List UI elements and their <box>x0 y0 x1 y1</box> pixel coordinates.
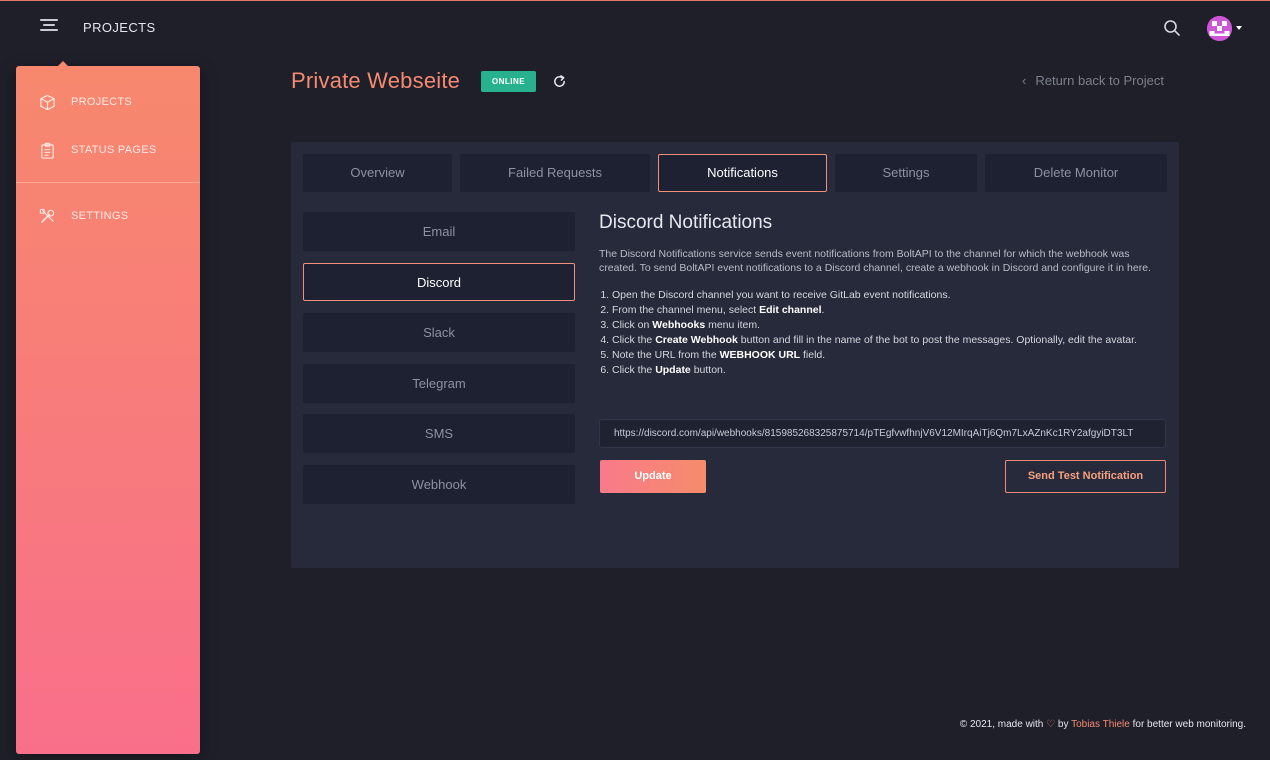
footer: © 2021, made with ♡ by Tobias Thiele for… <box>960 719 1246 730</box>
footer-author-link[interactable]: Tobias Thiele <box>1071 719 1130 730</box>
sidebar-item-settings[interactable]: SETTINGS <box>16 202 200 230</box>
return-link-label: Return back to Project <box>1035 73 1164 88</box>
page-title: Private Webseite <box>291 68 461 93</box>
avatar-dropdown-caret-icon[interactable] <box>1236 26 1242 30</box>
top-bar-title: PROJECTS <box>83 20 156 35</box>
step-item: Click the Create Webhook button and fill… <box>612 333 1167 348</box>
search-icon[interactable] <box>1163 19 1181 37</box>
sidebar-pointer <box>58 61 68 66</box>
sidebar: PROJECTS STATUS PAGES SETTINGS <box>16 61 200 754</box>
footer-prefix: © 2021, made with <box>959 719 1044 730</box>
top-bar: PROJECTS <box>0 1 1270 53</box>
sidebar-item-label: STATUS PAGES <box>71 144 157 156</box>
tab-failed-requests[interactable]: Failed Requests <box>460 154 650 192</box>
service-discord[interactable]: Discord <box>303 263 575 301</box>
sidebar-item-projects[interactable]: PROJECTS <box>16 88 200 116</box>
service-telegram[interactable]: Telegram <box>303 364 575 403</box>
service-slack[interactable]: Slack <box>303 313 575 352</box>
tools-icon <box>39 208 55 223</box>
return-to-project-link[interactable]: ‹ Return back to Project <box>1022 73 1164 88</box>
footer-by: by <box>1057 719 1069 730</box>
sidebar-item-status-pages[interactable]: STATUS PAGES <box>16 136 200 164</box>
send-test-notification-button[interactable]: Send Test Notification <box>1005 460 1166 493</box>
step-item: Click the Update button. <box>612 363 1167 378</box>
clipboard-icon <box>41 142 54 159</box>
heart-icon: ♡ <box>1046 719 1056 730</box>
webhook-url-input[interactable] <box>599 419 1166 448</box>
step-item: Click on Webhooks menu item. <box>612 318 1167 333</box>
notification-content: Discord Notifications The Discord Notifi… <box>599 212 1167 378</box>
footer-suffix: for better web monitoring. <box>1132 719 1246 730</box>
service-sms[interactable]: SMS <box>303 414 575 453</box>
step-item: Open the Discord channel you want to rec… <box>612 288 1167 303</box>
sidebar-item-label: SETTINGS <box>71 210 129 222</box>
service-email[interactable]: Email <box>303 212 575 251</box>
user-avatar-icon[interactable] <box>1207 16 1232 41</box>
tab-settings[interactable]: Settings <box>835 154 977 192</box>
sidebar-item-label: PROJECTS <box>71 96 133 108</box>
step-item: Note the URL from the WEBHOOK URL field. <box>612 348 1167 363</box>
step-item: From the channel menu, select Edit chann… <box>612 303 1167 318</box>
monitor-panel: Overview Failed Requests Notifications S… <box>291 142 1179 568</box>
tab-notifications[interactable]: Notifications <box>658 154 827 192</box>
tab-overview[interactable]: Overview <box>303 154 452 192</box>
content-title: Discord Notifications <box>599 212 773 233</box>
sidebar-divider <box>16 182 200 183</box>
refresh-icon[interactable] <box>552 74 567 89</box>
update-button[interactable]: Update <box>600 460 706 493</box>
hamburger-menu-icon[interactable] <box>40 19 58 35</box>
box-icon <box>40 94 55 111</box>
service-webhook[interactable]: Webhook <box>303 465 575 504</box>
chevron-left-icon: ‹ <box>1022 73 1027 88</box>
setup-steps: Open the Discord channel you want to rec… <box>599 288 1167 378</box>
tab-delete-monitor[interactable]: Delete Monitor <box>985 154 1167 192</box>
content-description: The Discord Notifications service sends … <box>599 248 1151 274</box>
status-badge: ONLINE <box>481 71 536 92</box>
